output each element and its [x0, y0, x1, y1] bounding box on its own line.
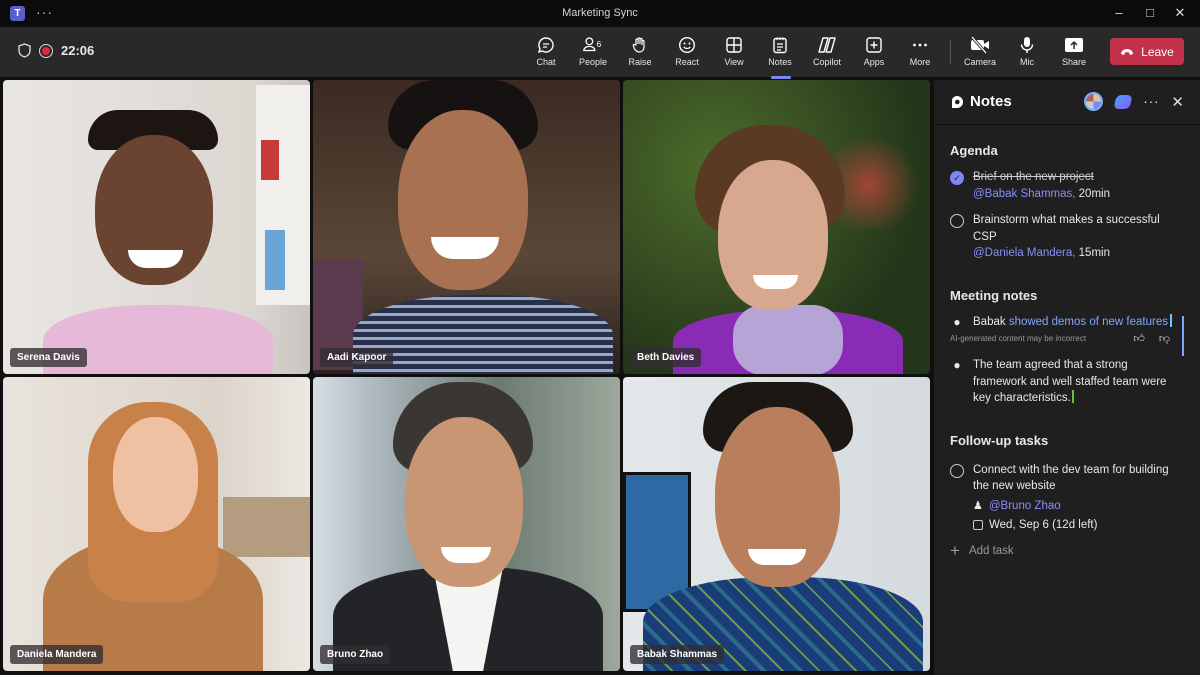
phone-hangup-icon: [1121, 48, 1134, 55]
participant-name: Aadi Kapoor: [320, 348, 394, 367]
bullet: ●: [953, 358, 961, 372]
note-item: ● Babak showed demos of new features AI-…: [950, 313, 1184, 356]
leave-button[interactable]: Leave: [1110, 38, 1184, 65]
notes-icon: [769, 35, 791, 55]
recording-icon: [39, 43, 53, 58]
minimize-button[interactable]: –: [1107, 4, 1131, 22]
mic-icon: [1016, 35, 1038, 55]
camera-off-icon: [969, 35, 991, 55]
participant-name: Babak Shammas: [630, 645, 725, 664]
task-item: Connect with the dev team for building t…: [950, 462, 1184, 534]
plus-box-icon: [863, 35, 885, 55]
close-window-button[interactable]: ✕: [1168, 4, 1192, 22]
panel-more-icon[interactable]: ···: [1143, 94, 1159, 109]
meeting-toolbar: 22:06 Chat 6 People Raise React View Not…: [0, 27, 1200, 79]
meeting-timer: 22:06: [61, 43, 95, 58]
mic-button[interactable]: Mic: [1004, 35, 1050, 73]
collaborator-cursor: [1170, 313, 1172, 327]
mention[interactable]: @Daniela Mandera,: [973, 247, 1075, 259]
participant-name: Beth Davies: [630, 348, 702, 367]
copilot-icon: [816, 35, 838, 55]
smile-icon: [676, 35, 698, 55]
apps-button[interactable]: Apps: [851, 35, 897, 73]
unchecked-circle-icon[interactable]: [950, 463, 964, 478]
video-tile[interactable]: Serena Davis: [3, 80, 310, 374]
shield-icon: [18, 43, 31, 58]
raise-hand-button[interactable]: Raise: [617, 35, 663, 73]
video-tile[interactable]: Beth Davies: [623, 80, 930, 374]
more-button[interactable]: More: [897, 35, 943, 73]
notes-button[interactable]: Notes: [757, 35, 803, 79]
plus-icon: +: [950, 540, 960, 560]
video-tile[interactable]: Babak Shammas: [623, 377, 930, 671]
agenda-item: ✓ Brief on the new project @Babak Shamma…: [950, 169, 1184, 202]
copilot-icon[interactable]: [1113, 94, 1133, 109]
ai-content-indicator: [1182, 315, 1184, 356]
notes-title: Notes: [970, 93, 1012, 110]
people-button[interactable]: 6 People: [570, 35, 616, 73]
thumbs-up-icon[interactable]: 👍︎: [1133, 332, 1145, 345]
checked-circle-icon[interactable]: ✓: [950, 171, 964, 185]
ai-disclaimer: AI-generated content may be incorrect: [950, 334, 1087, 343]
title-bar: T ··· Marketing Sync – □ ✕: [0, 0, 1200, 27]
maximize-button[interactable]: □: [1138, 4, 1162, 22]
video-tile[interactable]: Aadi Kapoor: [313, 80, 620, 374]
chat-button[interactable]: Chat: [523, 35, 569, 73]
share-button[interactable]: Share: [1051, 35, 1097, 73]
notes-panel-header: Notes ··· ✕: [934, 80, 1200, 125]
chat-icon: [535, 35, 557, 55]
close-panel-icon[interactable]: ✕: [1171, 93, 1184, 111]
agenda-item: Brainstorm what makes a successful CSP @…: [950, 212, 1184, 262]
participant-name: Serena Davis: [10, 348, 87, 367]
add-task-button[interactable]: + Add task: [950, 540, 1184, 560]
ai-generated-text: showed demos of new features: [1008, 315, 1168, 328]
notes-panel: Notes ··· ✕ Agenda ✓ Brief on the new pr…: [934, 80, 1200, 675]
assign-person-icon: ♟: [973, 499, 983, 512]
due-date[interactable]: Wed, Sep 6 (12d left): [989, 517, 1097, 534]
toolbar-divider: [950, 40, 951, 64]
follow-up-heading: Follow-up tasks: [950, 432, 1049, 448]
video-tile[interactable]: Bruno Zhao: [313, 377, 620, 671]
thumbs-down-icon[interactable]: 👎︎: [1159, 332, 1170, 345]
window-title: Marketing Sync: [562, 7, 638, 19]
more-icon: [909, 35, 931, 55]
video-tile[interactable]: Daniela Mandera: [3, 377, 310, 671]
unchecked-circle-icon[interactable]: [950, 214, 964, 228]
collaborator-cursor: [1071, 390, 1074, 403]
participant-name: Bruno Zhao: [320, 645, 391, 664]
grid-icon: [723, 35, 745, 55]
participant-name: Daniela Mandera: [10, 645, 104, 664]
copilot-button[interactable]: Copilot: [804, 35, 850, 73]
loop-icon: [951, 95, 963, 108]
mention[interactable]: @Babak Shammas,: [973, 188, 1075, 200]
hand-icon: [629, 35, 651, 55]
view-button[interactable]: View: [711, 35, 757, 73]
camera-button[interactable]: Camera: [957, 35, 1003, 73]
share-icon: [1063, 35, 1085, 55]
bullet: ●: [953, 314, 961, 329]
note-item: ● The team agreed that a strong framewor…: [950, 357, 1184, 407]
meeting-notes-heading: Meeting notes: [950, 287, 1038, 303]
mention[interactable]: @Bruno Zhao: [989, 498, 1061, 515]
calendar-icon: [973, 520, 983, 531]
svg-text:6: 6: [597, 40, 602, 49]
collaborators-avatar[interactable]: [1084, 92, 1104, 111]
react-button[interactable]: React: [664, 35, 710, 73]
agenda-heading: Agenda: [950, 143, 998, 158]
people-icon: 6: [582, 35, 604, 55]
